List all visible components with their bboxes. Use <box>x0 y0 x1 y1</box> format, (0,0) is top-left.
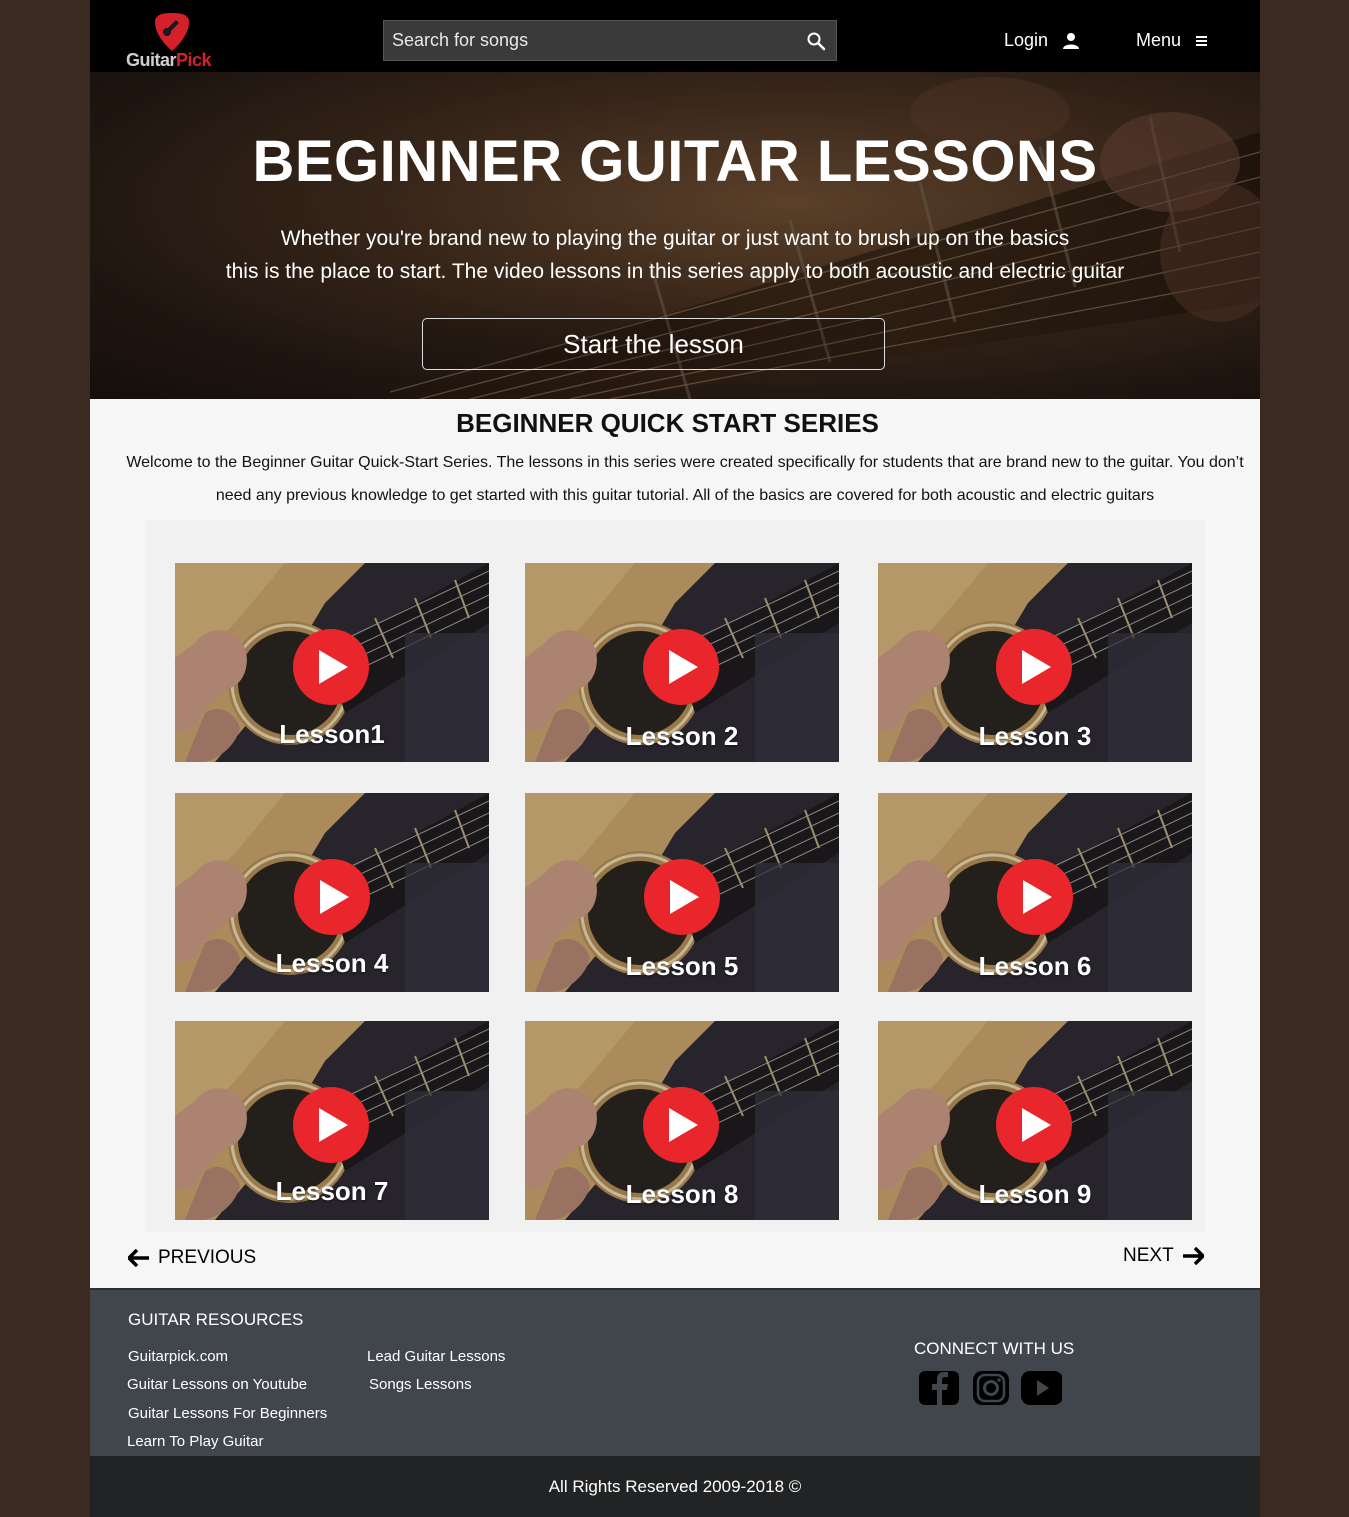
previous-button[interactable]: PREVIOUS <box>128 1247 256 1269</box>
arrow-right-icon <box>1182 1247 1204 1265</box>
lesson-card[interactable]: Lesson1 <box>175 563 489 762</box>
lesson-card[interactable]: Lesson 7 <box>175 1021 489 1220</box>
top-navigation-bar: GuitarPick Login Menu <box>90 0 1260 72</box>
next-button[interactable]: NEXT <box>1123 1245 1204 1267</box>
start-lesson-button[interactable]: Start the lesson <box>422 318 885 370</box>
hero-banner: BEGINNER GUITAR LESSONS Whether you're b… <box>90 72 1260 399</box>
connect-heading: CONNECT WITH US <box>914 1339 1075 1358</box>
lesson-label: Lesson 5 <box>625 951 739 981</box>
footer: GUITAR RESOURCES Guitarpick.com Guitar L… <box>90 1288 1260 1456</box>
copyright-text: All Rights Reserved 2009-2018 © <box>548 1476 802 1496</box>
lesson-card[interactable]: Lesson 8 <box>525 1021 839 1220</box>
logo-wordmark: GuitarPick <box>126 50 212 70</box>
lesson-card[interactable]: Lesson 2 <box>525 563 839 762</box>
copyright-bar: All Rights Reserved 2009-2018 © <box>90 1456 1260 1517</box>
menu-label: Menu <box>1136 30 1182 50</box>
login-label: Login <box>1004 30 1049 50</box>
search-bar <box>383 20 837 61</box>
lesson-label: Lesson 4 <box>275 948 389 978</box>
footer-link-guitarpick[interactable]: Guitarpick.com <box>128 1348 228 1365</box>
lesson-label: Lesson1 <box>279 719 385 749</box>
instagram-icon[interactable] <box>970 1370 1012 1406</box>
hamburger-menu-icon <box>1196 35 1208 46</box>
menu-button[interactable]: Menu <box>1136 30 1209 51</box>
lesson-grid: Lesson1 Lesson 2 Lesson 3 Lesson 4 Lesson 5 L… <box>145 520 1205 1232</box>
series-title: BEGINNER QUICK START SERIES <box>456 408 879 438</box>
hero-description: Whether you're brand new to playing the … <box>90 222 1260 288</box>
footer-link-learn-to-play[interactable]: Learn To Play Guitar <box>127 1433 263 1450</box>
lesson-label: Lesson 8 <box>625 1179 739 1209</box>
hero-description-line-2: this is the place to start. The video le… <box>225 260 1125 283</box>
hero-description-line-1: Whether you're brand new to playing the … <box>280 227 1070 250</box>
guitar-resources-heading: GUITAR RESOURCES <box>128 1310 304 1329</box>
lesson-card[interactable]: Lesson 9 <box>878 1021 1192 1220</box>
lesson-card[interactable]: Lesson 6 <box>878 793 1192 992</box>
lesson-card[interactable]: Lesson 4 <box>175 793 489 992</box>
user-icon <box>1063 32 1080 49</box>
footer-link-beginner-lessons[interactable]: Guitar Lessons For Beginners <box>128 1405 327 1422</box>
previous-label: PREVIOUS <box>158 1247 257 1268</box>
lesson-label: Lesson 7 <box>275 1176 389 1206</box>
login-button[interactable]: Login <box>1004 30 1080 51</box>
guitar-pick-icon <box>155 13 189 51</box>
guitarpick-logo[interactable]: GuitarPick <box>126 12 226 70</box>
lesson-label: Lesson 9 <box>978 1179 1092 1209</box>
footer-link-lead-guitar[interactable]: Lead Guitar Lessons <box>367 1348 505 1365</box>
arrow-left-icon <box>128 1249 149 1267</box>
series-description: Welcome to the Beginner Guitar Quick-Sta… <box>126 454 1244 504</box>
search-icon <box>807 32 826 50</box>
youtube-icon[interactable] <box>1020 1370 1062 1406</box>
page: GuitarPick Login Menu <box>90 0 1260 1517</box>
lesson-label: Lesson 2 <box>625 721 739 751</box>
next-label: NEXT <box>1123 1245 1174 1266</box>
hero-title: BEGINNER GUITAR LESSONS <box>252 129 1098 194</box>
lesson-card[interactable]: Lesson 5 <box>525 793 839 992</box>
search-button[interactable] <box>796 21 836 60</box>
search-input[interactable] <box>384 21 796 60</box>
footer-link-youtube-lessons[interactable]: Guitar Lessons on Youtube <box>127 1376 307 1393</box>
lesson-label: Lesson 3 <box>978 721 1092 751</box>
footer-link-songs-lessons[interactable]: Songs Lessons <box>369 1376 472 1393</box>
lesson-label: Lesson 6 <box>978 951 1092 981</box>
lesson-card[interactable]: Lesson 3 <box>878 563 1192 762</box>
facebook-icon[interactable] <box>918 1370 960 1406</box>
